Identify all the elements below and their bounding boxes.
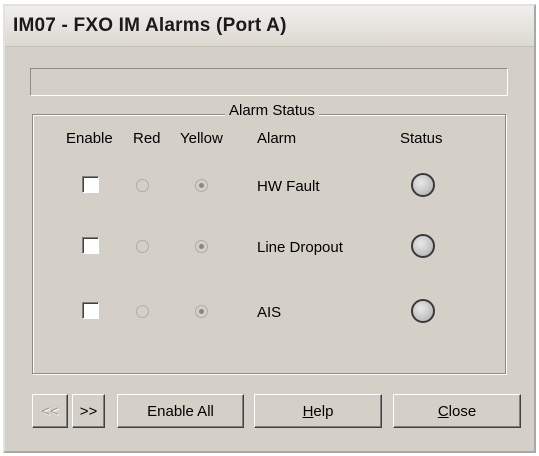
yellow-radio-hw-fault[interactable]	[195, 179, 208, 192]
header-enable: Enable	[66, 130, 113, 147]
alarm-name: HW Fault	[257, 178, 320, 195]
red-radio-line-dropout[interactable]	[136, 240, 149, 253]
enable-checkbox-ais[interactable]	[82, 302, 99, 319]
previous-port-button[interactable]: <<	[32, 394, 68, 428]
alarm-name: AIS	[257, 304, 282, 321]
next-port-button[interactable]: >>	[72, 394, 105, 428]
close-button[interactable]: Close	[393, 394, 521, 428]
enable-checkbox-hw-fault[interactable]	[82, 176, 99, 193]
status-led-icon	[411, 234, 435, 258]
help-button[interactable]: Help	[254, 394, 382, 428]
enable-checkbox-line-dropout[interactable]	[82, 237, 99, 254]
title-bar[interactable]: IM07 - FXO IM Alarms (Port A)	[5, 6, 534, 47]
next-label: >>	[79, 402, 98, 420]
alarm-status-legend: Alarm Status	[225, 102, 319, 119]
yellow-radio-ais[interactable]	[195, 305, 208, 318]
header-red: Red	[133, 130, 161, 147]
close-label: Close	[437, 402, 477, 420]
status-led-icon	[411, 173, 435, 197]
red-radio-hw-fault[interactable]	[136, 179, 149, 192]
alarm-name: Line Dropout	[257, 239, 343, 256]
header-status: Status	[400, 130, 443, 147]
header-yellow: Yellow	[180, 130, 223, 147]
window-title: IM07 - FXO IM Alarms (Port A)	[13, 15, 287, 36]
enable-all-label: Enable All	[147, 402, 214, 420]
yellow-radio-line-dropout[interactable]	[195, 240, 208, 253]
header-alarm: Alarm	[257, 130, 297, 147]
help-label: Help	[302, 402, 334, 420]
red-radio-ais[interactable]	[136, 305, 149, 318]
status-led-icon	[411, 299, 435, 323]
enable-all-button[interactable]: Enable All	[117, 394, 244, 428]
message-field	[30, 68, 508, 96]
previous-label: <<	[41, 402, 59, 420]
